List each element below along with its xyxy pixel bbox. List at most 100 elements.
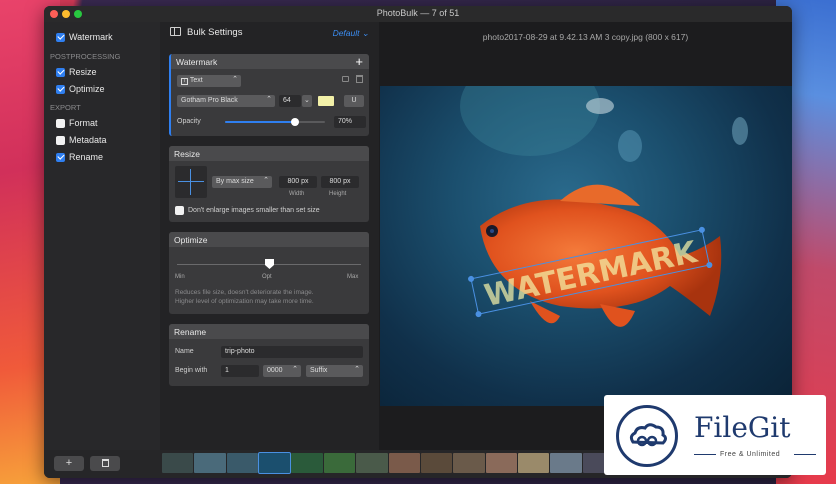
resize-card: Resize By max size ⌃ 800 px 800 px Width… [169,146,369,222]
fish-pupil [490,229,494,233]
divider [794,454,816,455]
filegit-logo-badge: FileGit Free & Unlimited [604,395,826,475]
text-type-icon: T [181,78,188,85]
chevron-updown-icon: ⌃ [354,366,360,373]
chevron-updown-icon: ⌃ [266,96,272,103]
begin-with-field[interactable]: 1 [221,365,259,377]
add-button[interactable]: + [54,456,84,471]
digits-select[interactable]: 0000 ⌃ [263,365,301,377]
metadata-checkbox[interactable] [56,135,65,145]
thumbnail[interactable] [194,453,226,473]
sidebar-item-format[interactable]: Format [56,118,98,128]
thumbnail[interactable] [356,453,388,473]
name-value: trip-photo [225,348,255,355]
resize-checkbox[interactable] [56,67,65,77]
watermark-card: Watermark + T Text ⌃ Gotham Pro Black ⌃ … [169,54,369,136]
thumbnail[interactable] [323,453,356,473]
name-field[interactable]: trip-photo [221,346,363,358]
anchor-grid[interactable] [175,166,207,198]
anchor-horizontal-line [178,181,204,182]
underline-icon: U [351,97,357,104]
opacity-value: 70% [338,118,353,125]
resize-card-header: Resize [169,146,369,161]
thumbnail[interactable] [162,453,194,473]
sidebar-item-label: Metadata [69,135,107,145]
rename-card-header: Rename [169,324,369,339]
rename-checkbox[interactable] [56,152,65,162]
chevron-updown-icon: ⌃ [292,366,298,373]
sidebar-item-optimize[interactable]: Optimize [56,84,105,94]
export-header: EXPORT [50,103,81,112]
thumbnail[interactable] [420,453,453,473]
opacity-slider-knob[interactable] [291,118,299,126]
dont-enlarge-checkbox[interactable] [175,206,184,215]
thumbnail[interactable] [226,453,259,473]
delete-button[interactable] [90,456,120,471]
thumbnail[interactable] [517,453,550,473]
width-field[interactable]: 800 px [279,176,317,188]
opacity-slider[interactable] [225,118,325,126]
thumbnail[interactable] [550,453,582,473]
thumbnail[interactable] [291,453,323,473]
sidebar-item-label: Format [69,118,98,128]
watermark-resize-handle[interactable] [475,311,482,318]
add-watermark-button[interactable]: + [355,54,363,69]
sidebar-item-watermark[interactable]: Watermark [56,32,113,42]
begin-with-label: Begin with [175,367,208,374]
background-fish-shape [586,98,614,114]
optimize-slider[interactable] [177,259,361,269]
resize-mode-value: By max size [216,178,254,185]
preview-photo: WATERMARK [380,86,792,406]
name-label: Name [175,348,194,355]
optimize-checkbox[interactable] [56,84,65,94]
watermark-checkbox[interactable] [56,32,65,42]
fish-fin [600,304,635,327]
filegit-brand: FileGit [694,411,791,444]
optimize-max-label: Max [347,274,359,280]
thumbnail[interactable] [388,453,420,473]
opacity-field[interactable]: 70% [334,116,366,128]
watermark-color-swatch[interactable] [318,96,334,106]
resize-title: Resize [174,149,200,159]
filegit-tagline: Free & Unlimited [720,451,781,458]
optimize-opt-label: Opt [262,274,272,280]
width-label: Width [289,191,305,197]
sidebar-item-resize[interactable]: Resize [56,67,97,77]
background-fish-shape [732,117,748,145]
preset-label: Default [332,28,360,38]
rename-card: Rename Name trip-photo Begin with 1 0000… [169,324,369,386]
watermark-type-select[interactable]: T Text ⌃ [177,75,241,87]
sidebar-item-metadata[interactable]: Metadata [56,135,107,145]
sidebar-item-label: Rename [69,152,104,162]
resize-mode-select[interactable]: By max size ⌃ [212,176,272,188]
trash-icon[interactable] [356,75,363,83]
font-select[interactable]: Gotham Pro Black ⌃ [177,95,275,107]
preview-area: photo2017-08-29 at 9.42.13 AM 3 copy.jpg… [379,22,792,450]
background-fish-shape [618,130,642,162]
font-size-dropdown[interactable]: ⌄ [302,95,312,107]
height-field[interactable]: 800 px [321,176,359,188]
sidebar: Watermark POSTPROCESSING Resize Optimize… [44,22,160,450]
position-select[interactable]: Suffix ⌃ [306,365,363,377]
thumbnail[interactable] [453,453,485,473]
anchor-vertical-line [190,169,191,195]
window-title: PhotoBulk — 7 of 51 [376,8,460,18]
font-size-field[interactable]: 64 [279,95,301,107]
watermark-resize-handle[interactable] [698,226,705,233]
optimize-slider-knob[interactable] [265,259,274,269]
preset-dropdown[interactable]: Default ⌄ [333,28,369,39]
thumbnail[interactable] [485,453,517,473]
sidebar-item-rename[interactable]: Rename [56,152,103,162]
text-style-button[interactable]: U [344,95,364,107]
opacity-label: Opacity [177,118,201,125]
thumbnail-selected[interactable] [258,452,292,474]
watermark-resize-handle[interactable] [467,275,475,282]
optimize-min-label: Min [175,274,185,280]
watermark-type-value: Text [189,77,203,84]
width-value: 800 px [287,178,309,185]
lock-icon[interactable] [342,76,349,82]
format-checkbox[interactable] [56,118,65,128]
height-value: 800 px [329,178,351,185]
sidebar-toggle-icon[interactable] [170,27,181,36]
trash-icon [101,459,109,467]
